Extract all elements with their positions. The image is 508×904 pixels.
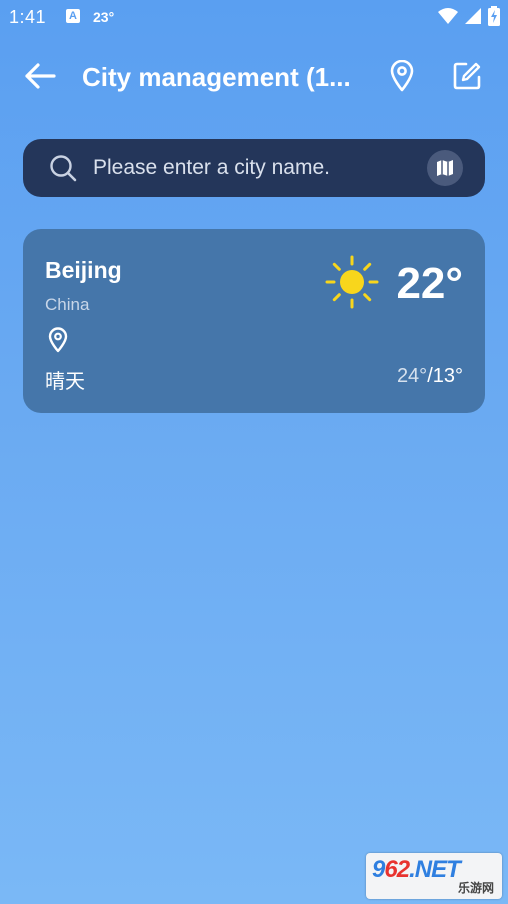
status-time: 1:41	[9, 7, 47, 27]
signal-icon	[465, 8, 481, 24]
notification-icon: A	[66, 9, 80, 23]
low-temperature: 13°	[432, 365, 463, 387]
current-temperature: 22°	[396, 259, 463, 308]
search-icon	[50, 155, 77, 182]
search-input[interactable]	[93, 151, 413, 185]
temperature-range: 24°/13°	[397, 365, 463, 388]
current-location-icon	[48, 327, 68, 353]
wifi-icon	[438, 8, 458, 24]
map-button[interactable]	[427, 150, 463, 186]
watermark-suffix: .NET	[409, 856, 461, 883]
status-bar: 1:41 A 23°	[0, 0, 508, 34]
arrow-left-icon	[25, 63, 56, 89]
city-card[interactable]: Beijing China 晴天 22° 24°/13°	[23, 229, 485, 413]
map-icon	[437, 160, 453, 176]
search-bar	[23, 139, 485, 197]
city-name: Beijing	[45, 257, 122, 283]
sun-icon	[325, 255, 379, 309]
edit-icon	[453, 62, 481, 90]
back-button[interactable]	[20, 58, 60, 94]
watermark-logo: 962.NET 乐游网	[366, 853, 502, 899]
page-title: City management (1...	[82, 62, 351, 92]
status-icons	[438, 6, 500, 26]
watermark-text: 962.NET	[372, 856, 461, 884]
battery-charging-icon	[488, 6, 500, 26]
locate-button[interactable]	[384, 58, 420, 94]
weather-condition: 晴天	[45, 369, 85, 393]
high-temperature: 24°	[396, 365, 428, 387]
edit-button[interactable]	[449, 58, 485, 94]
watermark-number: 62	[384, 856, 410, 883]
watermark-subtitle: 乐游网	[457, 881, 494, 895]
country-name: China	[45, 295, 90, 314]
app-bar: City management (1...	[0, 40, 508, 112]
watermark-prefix: 9	[372, 856, 385, 883]
map-pin-icon	[390, 60, 414, 92]
status-temperature: 23°	[93, 9, 115, 25]
